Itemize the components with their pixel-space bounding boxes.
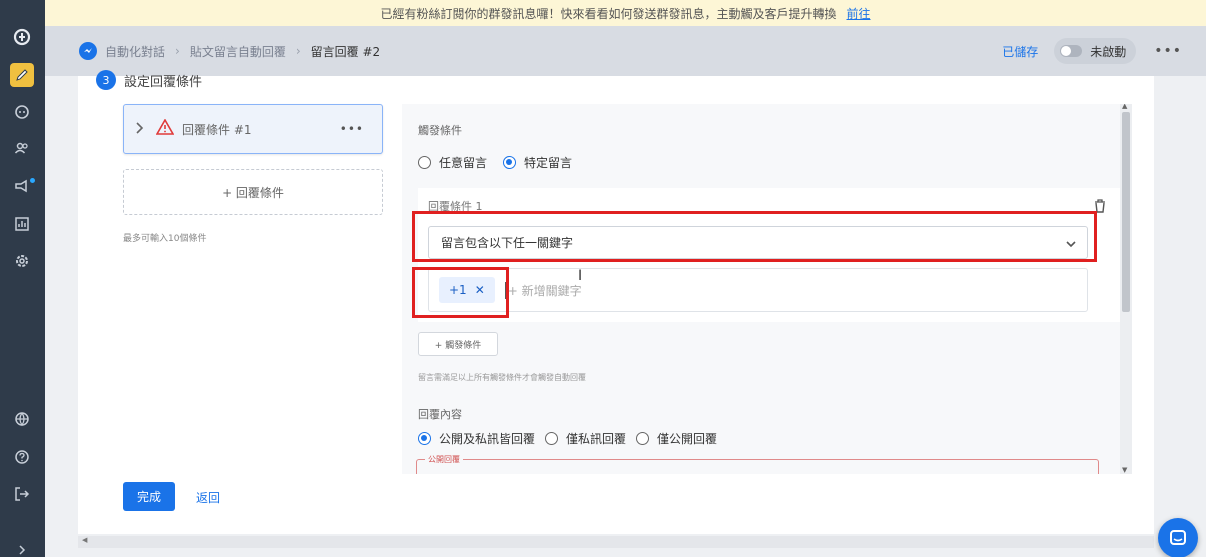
scroll-left-icon[interactable]: ◀ [82, 536, 87, 544]
condition-item-label: 回覆條件 #1 [182, 122, 252, 137]
public-reply-field[interactable]: 公開回覆 [416, 454, 1099, 474]
annotation-box [412, 267, 509, 318]
bot-icon[interactable] [6, 97, 38, 127]
more-options-icon[interactable]: ••• [340, 122, 364, 136]
condition-limit-hint: 最多可輸入10個條件 [123, 234, 207, 244]
toggle-label: 未啟動 [1090, 44, 1127, 59]
warning-icon [155, 118, 175, 139]
chevron-right-icon[interactable] [136, 121, 144, 137]
condition-item[interactable]: 回覆條件 #1 ••• [123, 104, 383, 154]
reply-options: 公開及私訊皆回覆 僅私訊回覆 僅公開回覆 [418, 430, 733, 447]
breadcrumb-separator-icon: › [175, 44, 180, 58]
toggle-switch[interactable] [1060, 45, 1083, 57]
scroll-down-icon[interactable]: ▼ [1122, 466, 1127, 474]
left-nav [0, 0, 45, 557]
logout-icon[interactable] [6, 479, 38, 509]
pencil-icon[interactable] [10, 63, 34, 87]
chart-icon[interactable] [6, 209, 38, 239]
add-trigger-button[interactable]: + 觸發條件 [418, 332, 498, 356]
radio-label: 僅公開回覆 [657, 432, 718, 446]
megaphone-icon[interactable] [6, 171, 38, 201]
breadcrumb-separator-icon: › [295, 44, 301, 58]
trigger-label: 觸發條件 [418, 124, 462, 137]
radio-label: 任意留言 [439, 156, 488, 170]
step-number: 3 [96, 70, 116, 90]
globe-icon[interactable] [6, 404, 38, 434]
done-button[interactable]: 完成 [123, 482, 175, 511]
radio-label: 公開及私訊皆回覆 [439, 432, 536, 446]
banner-text: 已經有粉絲訂閱你的群發訊息囉！快來看看如何發送群發訊息，主動觸及客戶提升轉換 [380, 6, 837, 21]
step-header: 3 設定回覆條件 [96, 70, 202, 90]
header-actions: 已儲存 未啟動 ••• [1002, 26, 1206, 76]
annotation-box [412, 211, 1097, 262]
public-reply-label: 公開回覆 [425, 454, 463, 465]
expand-icon[interactable] [6, 535, 38, 557]
messenger-icon [79, 42, 97, 60]
breadcrumb-item[interactable]: 自動化對話 [105, 43, 165, 60]
saved-status: 已儲存 [1002, 44, 1039, 59]
radio-public-and-private[interactable] [418, 432, 431, 445]
gear-icon[interactable] [6, 246, 38, 276]
trigger-hint: 留言需滿足以上所有觸發條件才會觸發自動回覆 [418, 373, 586, 382]
reply-content-label: 回覆內容 [418, 408, 462, 421]
help-icon[interactable] [6, 442, 38, 472]
scroll-thumb[interactable] [1122, 112, 1130, 312]
trigger-options: 任意留言 特定留言 [418, 154, 588, 171]
radio-specific-comment[interactable] [503, 156, 517, 169]
back-link[interactable]: 返回 [196, 489, 220, 506]
add-condition-button[interactable]: + 回覆條件 [123, 169, 383, 215]
panel-scrollbar[interactable]: ▲ ▼ [1120, 104, 1132, 474]
header-bar: 自動化對話 › 貼文留言自動回覆 › 留言回覆 #2 已儲存 未啟動 ••• [45, 26, 1206, 76]
more-options-icon[interactable]: ••• [1154, 43, 1182, 59]
notification-dot [30, 178, 35, 183]
users-icon[interactable] [6, 133, 38, 163]
radio-public-only[interactable] [636, 432, 650, 445]
radio-any-comment[interactable] [418, 156, 431, 169]
banner-link[interactable]: 前往 [847, 5, 871, 22]
logo-icon[interactable] [6, 22, 38, 52]
keyword-input-box[interactable]: +1 ✕ + 新增關鍵字 [428, 268, 1088, 312]
scroll-up-icon[interactable]: ▲ [1122, 104, 1127, 110]
announcement-banner: 已經有粉絲訂閱你的群發訊息囉！快來看看如何發送群發訊息，主動觸及客戶提升轉換 前… [45, 0, 1206, 26]
breadcrumb-current: 留言回覆 #2 [310, 44, 381, 59]
radio-label: 僅私訊回覆 [566, 432, 627, 446]
breadcrumb-item[interactable]: 貼文留言自動回覆 [190, 43, 286, 60]
radio-label: 特定留言 [524, 156, 573, 170]
keyword-input[interactable]: + 新增關鍵字 [504, 281, 582, 299]
condition-panel: 觸發條件 任意留言 特定留言 回覆條件 1 留言包含以下任一關鍵字 +1 ✕ +… [402, 104, 1132, 474]
chat-icon [1170, 530, 1186, 545]
activate-toggle[interactable]: 未啟動 [1054, 38, 1137, 64]
radio-private-only[interactable] [545, 432, 559, 445]
main-card: 3 設定回覆條件 回覆條件 #1 ••• + 回覆條件 最多可輸入10個條件 觸… [78, 70, 1154, 534]
step-title: 設定回覆條件 [124, 74, 203, 90]
chat-launcher-button[interactable] [1158, 518, 1198, 557]
horizontal-scrollbar[interactable]: ◀ [78, 536, 1154, 548]
text-cursor-icon: I [578, 268, 583, 284]
